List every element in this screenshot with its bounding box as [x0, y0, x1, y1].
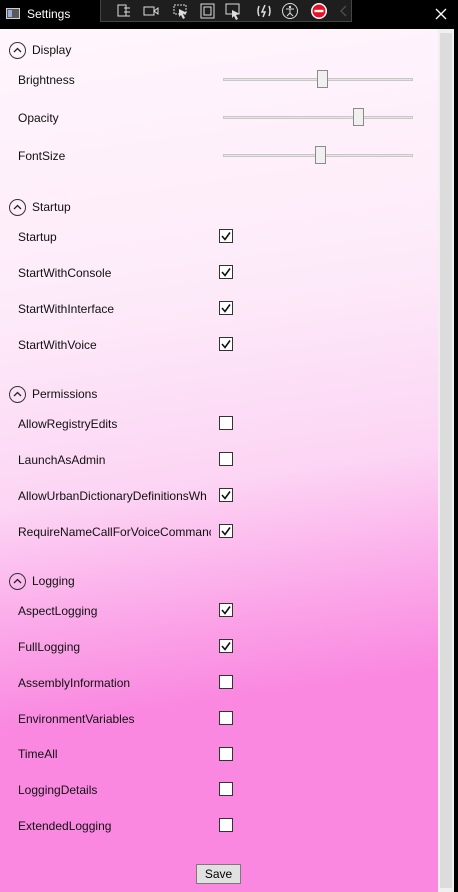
check-icon	[221, 304, 231, 313]
start-with-interface-checkbox[interactable]	[219, 301, 233, 315]
slider-thumb[interactable]	[316, 70, 328, 88]
slider-thumb[interactable]	[314, 146, 326, 164]
setting-label: AllowRegistryEdits	[18, 417, 118, 431]
setting-label: FullLogging	[18, 640, 81, 654]
setting-label: LoggingDetails	[18, 783, 98, 797]
fontsize-slider[interactable]	[223, 146, 413, 166]
slider-track	[223, 116, 413, 119]
setting-label: Brightness	[18, 73, 75, 87]
setting-label: AllowUrbanDictionaryDefinitionsWh	[18, 489, 207, 503]
hot-reload-icon[interactable]	[255, 2, 273, 20]
assembly-information-checkbox[interactable]	[219, 675, 233, 689]
check-icon	[221, 642, 231, 651]
start-with-voice-checkbox[interactable]	[219, 337, 233, 351]
opacity-slider[interactable]	[223, 108, 413, 128]
save-button[interactable]: Save	[196, 864, 241, 884]
window-title: Settings	[27, 7, 71, 21]
slider-thumb[interactable]	[352, 108, 364, 126]
setting-label: StartWithConsole	[18, 266, 112, 280]
check-icon	[221, 527, 231, 536]
allow-registry-edits-checkbox[interactable]	[219, 416, 233, 430]
stop-icon[interactable]	[310, 2, 328, 20]
full-logging-checkbox[interactable]	[219, 639, 233, 653]
collapse-chevron-icon[interactable]	[335, 2, 353, 20]
brightness-slider[interactable]	[223, 70, 413, 90]
environment-variables-checkbox[interactable]	[219, 711, 233, 725]
aspect-logging-checkbox[interactable]	[219, 603, 233, 617]
scrollbar-thumb[interactable]	[440, 33, 452, 888]
close-button[interactable]	[430, 3, 452, 25]
chevron-up-icon	[13, 47, 22, 53]
chevron-up-icon	[13, 578, 22, 584]
setting-label: StartWithVoice	[18, 338, 97, 352]
collapse-expander[interactable]	[9, 573, 26, 590]
check-icon	[221, 340, 231, 349]
close-icon	[435, 8, 447, 20]
require-name-call-checkbox[interactable]	[219, 524, 233, 538]
setting-label: RequireNameCallForVoiceCommanc	[18, 525, 211, 539]
live-visual-tree-icon[interactable]	[115, 2, 133, 20]
setting-label: AspectLogging	[18, 604, 98, 618]
check-icon	[221, 268, 231, 277]
section-title: Logging	[32, 574, 75, 588]
launch-as-admin-checkbox[interactable]	[219, 452, 233, 466]
section-title: Display	[32, 43, 72, 57]
debug-toolbar	[100, 0, 352, 22]
select-element-icon[interactable]	[172, 2, 190, 20]
app-icon	[6, 8, 20, 19]
display-layout-adorners-icon[interactable]	[198, 2, 216, 20]
check-icon	[221, 232, 231, 241]
start-with-console-checkbox[interactable]	[219, 265, 233, 279]
settings-panel: Display Brightness Opacity FontSize Star…	[0, 29, 438, 892]
section-title: Permissions	[32, 387, 98, 401]
time-all-checkbox[interactable]	[219, 747, 233, 761]
section-title: Startup	[32, 200, 71, 214]
startup-checkbox[interactable]	[219, 229, 233, 243]
allow-urban-dictionary-checkbox[interactable]	[219, 488, 233, 502]
window-border	[454, 29, 458, 892]
vertical-scrollbar[interactable]	[438, 29, 454, 892]
collapse-expander[interactable]	[9, 42, 26, 59]
setting-label: TimeAll	[18, 747, 58, 761]
chevron-up-icon	[13, 204, 22, 210]
collapse-expander[interactable]	[9, 386, 26, 403]
logging-details-checkbox[interactable]	[219, 782, 233, 796]
setting-label: StartWithInterface	[18, 302, 115, 316]
check-icon	[221, 606, 231, 615]
setting-label: ExtendedLogging	[18, 819, 112, 833]
track-focus-icon[interactable]	[224, 2, 242, 20]
setting-label: EnvironmentVariables	[18, 712, 135, 726]
extended-logging-checkbox[interactable]	[219, 818, 233, 832]
setting-label: AssemblyInformation	[18, 676, 131, 690]
accessibility-icon[interactable]	[281, 2, 299, 20]
check-icon	[221, 491, 231, 500]
record-icon[interactable]	[142, 2, 160, 20]
collapse-expander[interactable]	[9, 199, 26, 216]
setting-label: Opacity	[18, 111, 59, 125]
setting-label: LaunchAsAdmin	[18, 453, 106, 467]
setting-label: Startup	[18, 230, 57, 244]
setting-label: FontSize	[18, 149, 66, 163]
chevron-up-icon	[13, 391, 22, 397]
